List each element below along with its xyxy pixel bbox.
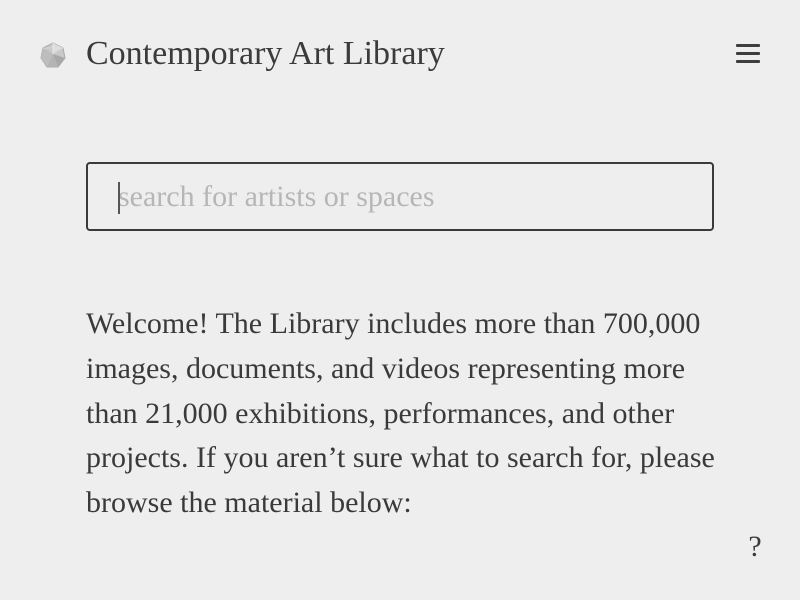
site-header: Contemporary Art Library bbox=[0, 0, 800, 110]
hamburger-menu-icon-bar bbox=[736, 52, 760, 55]
text-cursor bbox=[118, 182, 120, 214]
hamburger-menu-icon-bar bbox=[736, 60, 760, 63]
hamburger-menu-icon bbox=[736, 44, 760, 47]
site-title[interactable]: Contemporary Art Library bbox=[86, 32, 445, 76]
search-input[interactable] bbox=[88, 164, 712, 229]
menu-button[interactable] bbox=[730, 36, 766, 72]
help-button[interactable]: ? bbox=[738, 527, 772, 567]
welcome-text: Welcome! The Library includes more than … bbox=[86, 307, 715, 520]
search-box[interactable] bbox=[86, 162, 714, 231]
gem-icon[interactable] bbox=[38, 40, 68, 70]
